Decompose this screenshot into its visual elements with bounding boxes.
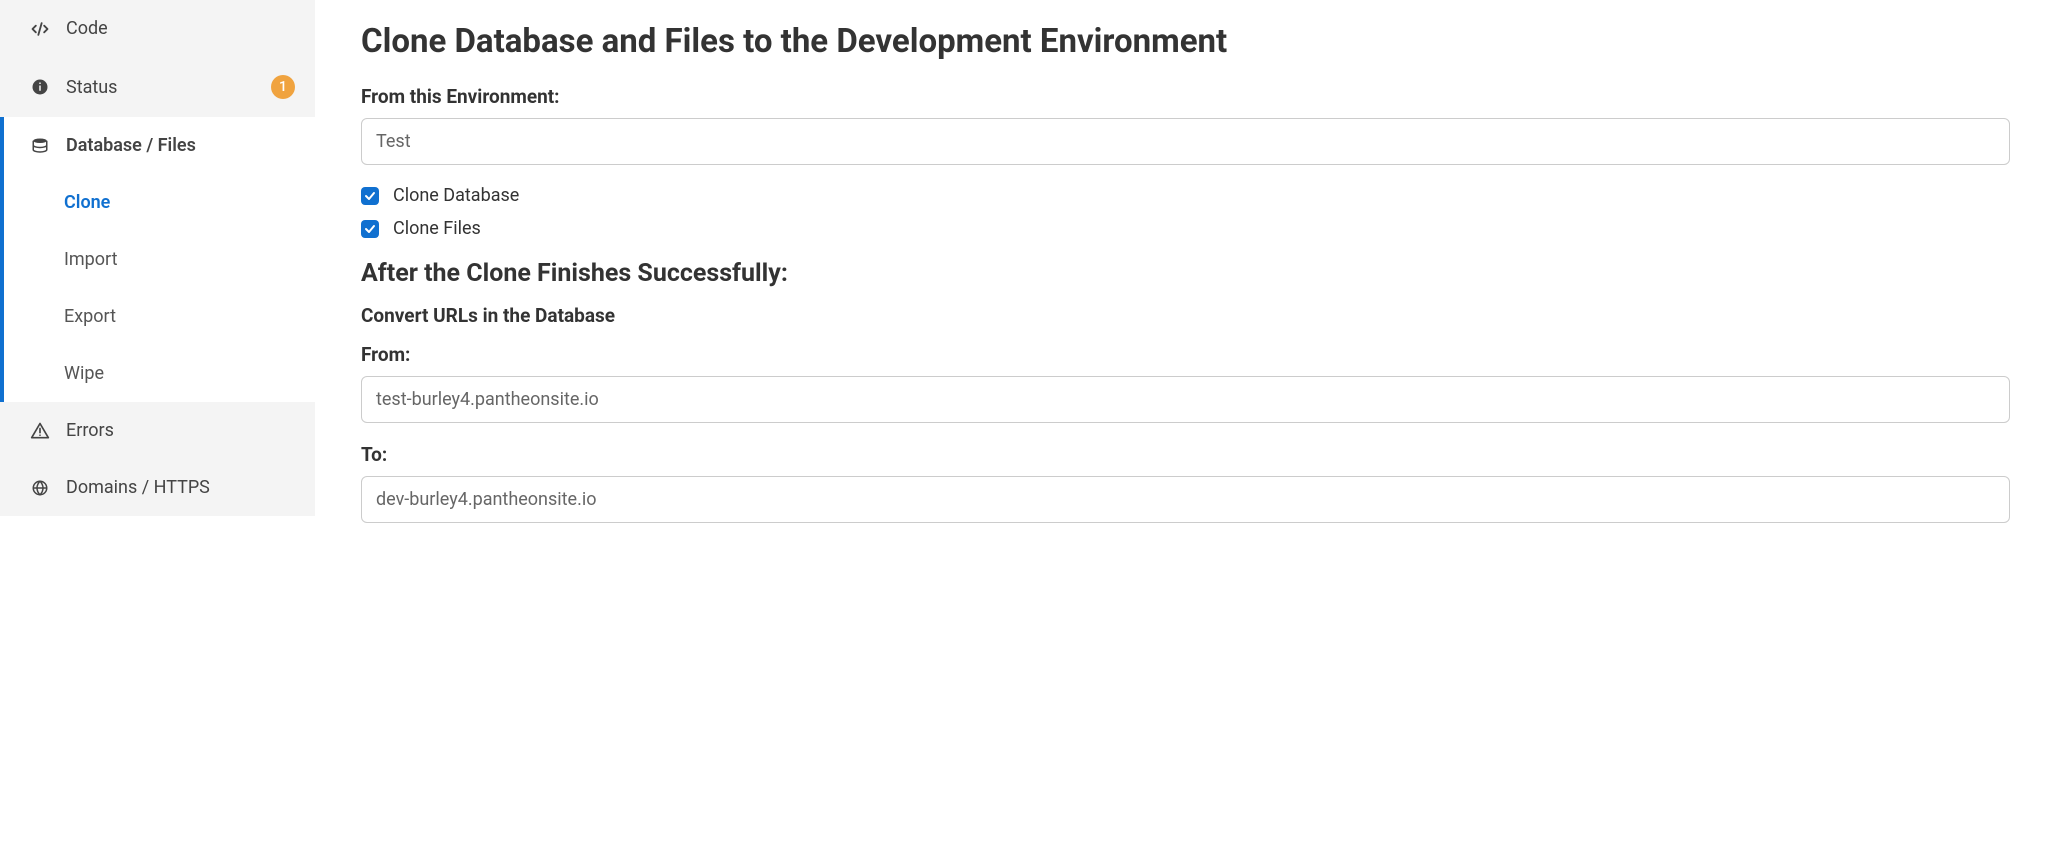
sidebar-item-status[interactable]: Status 1	[0, 57, 315, 117]
globe-icon	[28, 479, 52, 497]
sidebar-item-label: Domains / HTTPS	[66, 477, 295, 498]
to-url-input[interactable]	[361, 476, 2010, 523]
sidebar-group-database-files: Database / Files Clone Import Export Wip…	[0, 117, 315, 402]
sidebar-subitem-clone[interactable]: Clone	[4, 174, 315, 231]
checkbox-checked-icon	[361, 187, 379, 205]
sidebar-item-database-files[interactable]: Database / Files	[4, 117, 315, 174]
clone-files-checkbox-row[interactable]: Clone Files	[361, 218, 2010, 239]
to-url-label: To:	[361, 443, 2010, 466]
checkbox-checked-icon	[361, 220, 379, 238]
sidebar-item-label: Database / Files	[66, 135, 295, 156]
to-url-block: To:	[361, 443, 2010, 523]
sidebar-item-code[interactable]: Code	[0, 0, 315, 57]
status-badge: 1	[271, 75, 295, 99]
after-clone-heading: After the Clone Finishes Successfully:	[361, 259, 2010, 288]
warning-icon	[28, 421, 52, 441]
sidebar-section-top: Code Status 1	[0, 0, 315, 117]
sidebar-item-label: Status	[66, 77, 263, 98]
clone-files-label: Clone Files	[393, 218, 481, 239]
sidebar: Code Status 1 Database /	[0, 0, 315, 848]
sidebar-subitem-import[interactable]: Import	[4, 231, 315, 288]
from-environment-select[interactable]	[361, 118, 2010, 165]
clone-database-checkbox-row[interactable]: Clone Database	[361, 185, 2010, 206]
from-url-label: From:	[361, 343, 2010, 366]
main-content: Clone Database and Files to the Developm…	[315, 0, 2050, 848]
database-icon	[28, 137, 52, 155]
sidebar-item-label: Code	[66, 18, 295, 39]
sidebar-item-label: Errors	[66, 420, 295, 441]
sidebar-section-bottom: Errors Domains / HTTPS	[0, 402, 315, 516]
convert-urls-label: Convert URLs in the Database	[361, 304, 2010, 327]
sidebar-subitem-export[interactable]: Export	[4, 288, 315, 345]
page-title: Clone Database and Files to the Developm…	[361, 22, 2010, 61]
from-environment-block: From this Environment:	[361, 85, 2010, 165]
code-icon	[28, 19, 52, 39]
clone-database-label: Clone Database	[393, 185, 519, 206]
sidebar-item-errors[interactable]: Errors	[0, 402, 315, 459]
info-icon	[28, 78, 52, 96]
from-url-block: From:	[361, 343, 2010, 423]
sidebar-item-domains[interactable]: Domains / HTTPS	[0, 459, 315, 516]
from-url-input[interactable]	[361, 376, 2010, 423]
sidebar-subitem-wipe[interactable]: Wipe	[4, 345, 315, 402]
from-environment-label: From this Environment:	[361, 85, 2010, 108]
